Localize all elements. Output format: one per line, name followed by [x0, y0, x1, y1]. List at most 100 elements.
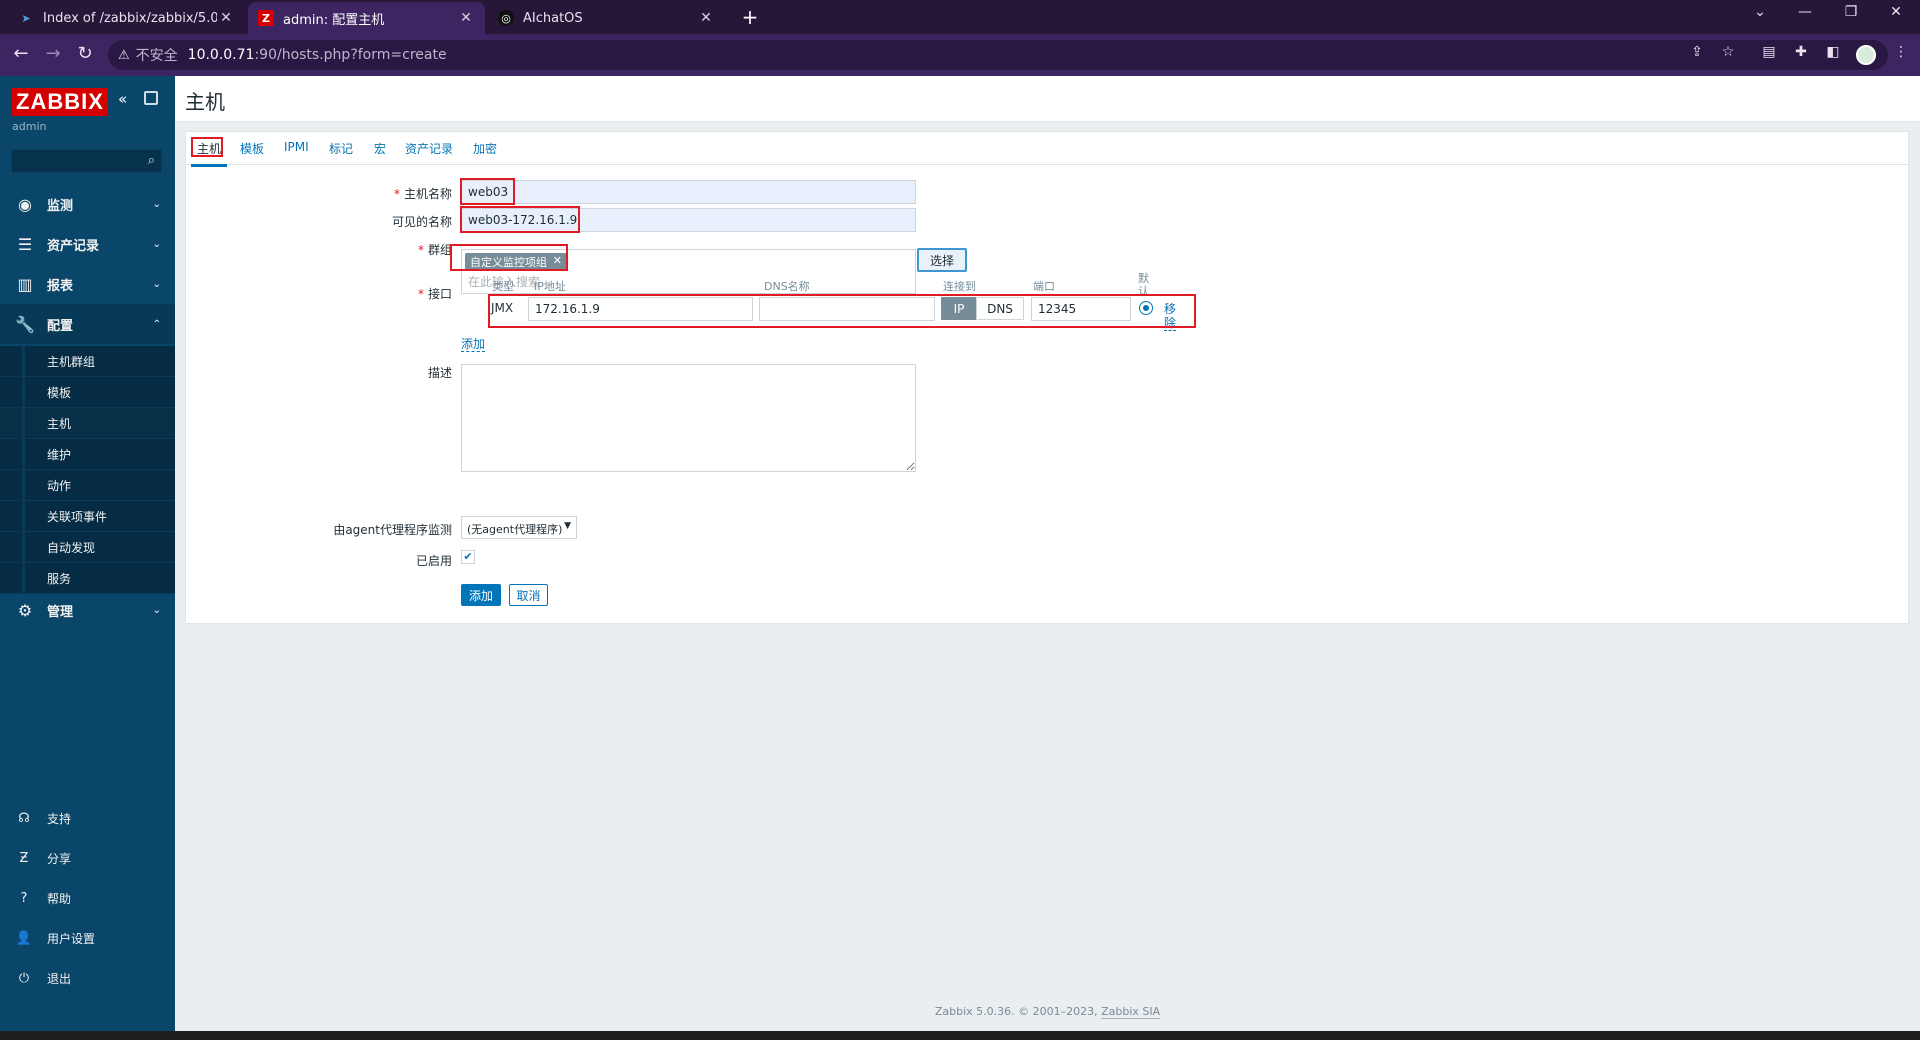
- star-icon[interactable]: ☆: [1717, 44, 1739, 60]
- close-icon[interactable]: ✕: [697, 10, 715, 26]
- tab-tags[interactable]: 标记: [329, 140, 353, 157]
- menu-administration[interactable]: ⚙ 管理 ⌄: [0, 590, 175, 630]
- sidebar-username: admin: [12, 120, 47, 133]
- zabbix-z-icon: Z: [258, 10, 274, 26]
- menu-configuration[interactable]: 🔧 配置 ⌃: [0, 304, 175, 344]
- connect-ip-toggle[interactable]: IP: [941, 297, 977, 320]
- submenu-discovery[interactable]: 自动发现: [0, 532, 175, 563]
- help-icon: ?: [20, 890, 28, 906]
- restore-icon[interactable]: ❐: [1836, 4, 1866, 20]
- proxy-select[interactable]: (无agent代理程序) ▼: [461, 516, 577, 539]
- tab-macros[interactable]: 宏: [374, 140, 386, 157]
- extension-icon[interactable]: ▤: [1758, 44, 1780, 60]
- tab-title: Index of /zabbix/zabbix/5.0/rh: [43, 10, 217, 26]
- submenu-event-correlation[interactable]: 关联项事件: [0, 501, 175, 532]
- remove-chip-icon[interactable]: ✕: [553, 254, 562, 267]
- tab-inventory[interactable]: 资产记录: [405, 140, 453, 157]
- enabled-checkbox[interactable]: ✔: [461, 550, 475, 564]
- url-bar[interactable]: ⚠ 不安全 10.0.0.71 :90/hosts.php?form=creat…: [108, 40, 1888, 70]
- menu-inventory[interactable]: ☰ 资产记录 ⌄: [0, 224, 175, 264]
- footer-label: 退出: [47, 971, 72, 986]
- interface-header-default: 默认: [1138, 272, 1149, 298]
- interface-dns-field[interactable]: [759, 297, 935, 321]
- select-groups-button[interactable]: 选择: [917, 248, 967, 272]
- power-icon: ⏻: [18, 970, 30, 986]
- default-interface-radio[interactable]: [1139, 301, 1153, 315]
- kiosk-mode-icon[interactable]: [144, 91, 158, 105]
- footer-user-settings[interactable]: 👤 用户设置: [0, 918, 175, 958]
- submenu-templates[interactable]: 模板: [0, 377, 175, 408]
- menu-icon[interactable]: ⋮: [1890, 44, 1912, 60]
- taskbar-strip: [0, 1031, 1920, 1040]
- forward-icon[interactable]: →: [41, 43, 65, 64]
- add-button[interactable]: 添加: [461, 584, 501, 606]
- url-host: 10.0.0.71: [187, 47, 255, 63]
- tab-templates[interactable]: 模板: [240, 140, 264, 157]
- search-icon[interactable]: ⌕: [148, 153, 155, 168]
- menu-monitoring[interactable]: ◉ 监测 ⌄: [0, 184, 175, 224]
- hostname-label: * 主机名称: [394, 185, 452, 202]
- tab-encryption[interactable]: 加密: [473, 140, 497, 157]
- submenu-maintenance[interactable]: 维护: [0, 439, 175, 470]
- footer-share[interactable]: Ƶ 分享: [0, 838, 175, 878]
- group-chip: 自定义监控项组 ✕: [465, 253, 567, 270]
- hostname-label-text: 主机名称: [403, 187, 452, 201]
- submenu-host-groups[interactable]: 主机群组: [0, 346, 175, 377]
- browser-tab-aichatos[interactable]: ◎ AIchatOS ✕: [488, 2, 725, 34]
- interface-header-type: 类型: [492, 280, 514, 293]
- sidebar: ZABBIX « admin ⌕ ◉ 监测 ⌄ ☰ 资产记录 ⌄ ▥ 报表 ⌄ …: [0, 76, 175, 1031]
- tab-ipmi[interactable]: IPMI: [284, 140, 309, 154]
- share-icon[interactable]: ⇪: [1686, 44, 1708, 60]
- groups-multiselect[interactable]: 自定义监控项组 ✕ 在此输入搜索: [461, 249, 916, 294]
- description-textarea[interactable]: [461, 364, 916, 472]
- puzzle-icon[interactable]: ✚: [1790, 44, 1812, 60]
- submenu-actions[interactable]: 动作: [0, 470, 175, 501]
- close-window-icon[interactable]: ✕: [1881, 4, 1911, 20]
- connect-dns-toggle[interactable]: DNS: [976, 297, 1024, 320]
- user-icon: 👤: [15, 930, 33, 946]
- footer-label: 分享: [47, 851, 72, 866]
- menu-reports[interactable]: ▥ 报表 ⌄: [0, 264, 175, 304]
- cancel-button[interactable]: 取消: [509, 584, 548, 606]
- footer-copyright: Zabbix 5.0.36. © 2001–2023,: [934, 1005, 1102, 1018]
- list-icon: ☰: [17, 234, 33, 254]
- tab-title: AIchatOS: [523, 10, 583, 26]
- menu-label: 管理: [47, 604, 74, 620]
- footer-signout[interactable]: ⏻ 退出: [0, 958, 175, 998]
- new-tab-button[interactable]: +: [738, 5, 762, 29]
- groups-label-text: 群组: [427, 243, 452, 257]
- interface-port-field[interactable]: 12345: [1031, 297, 1131, 321]
- menu-label: 资产记录: [47, 238, 100, 254]
- collapse-sidebar-icon[interactable]: «: [118, 90, 127, 108]
- remove-interface-link[interactable]: 移除: [1164, 302, 1177, 331]
- zabbix-logo[interactable]: ZABBIX: [12, 88, 108, 116]
- reload-icon[interactable]: ↻: [73, 43, 97, 64]
- required-marker: *: [417, 287, 424, 301]
- profile-avatar[interactable]: [1856, 45, 1876, 65]
- chevron-down-icon: ⌄: [152, 604, 161, 616]
- minimize-icon[interactable]: —: [1790, 4, 1820, 20]
- interface-ip-field[interactable]: 172.16.1.9: [528, 297, 753, 321]
- tab-search-icon[interactable]: ⌄: [1745, 4, 1775, 20]
- visible-name-field[interactable]: web03-172.16.1.9: [461, 208, 916, 232]
- submenu-hosts[interactable]: 主机: [0, 408, 175, 439]
- hostname-field[interactable]: web03: [461, 180, 916, 204]
- page-title: 主机: [185, 90, 225, 114]
- zabbix-sia-link[interactable]: Zabbix SIA: [1101, 1005, 1161, 1019]
- footer-support[interactable]: ☊ 支持: [0, 798, 175, 838]
- interface-type: JMX: [491, 301, 514, 315]
- close-icon[interactable]: ✕: [217, 10, 235, 26]
- back-icon[interactable]: ←: [9, 43, 33, 64]
- close-icon[interactable]: ✕: [457, 10, 475, 26]
- tab-title: admin: 配置主机: [283, 12, 385, 28]
- browser-tab-zabbix[interactable]: Z admin: 配置主机 ✕: [248, 2, 485, 34]
- browser-tab-index[interactable]: ➤ Index of /zabbix/zabbix/5.0/rh ✕: [8, 2, 245, 34]
- sidepanel-icon[interactable]: ◧: [1822, 44, 1844, 60]
- tab-host[interactable]: 主机: [190, 140, 228, 167]
- warning-icon: ⚠: [118, 47, 130, 63]
- sidebar-search-input[interactable]: ⌕: [11, 149, 162, 173]
- footer-label: 支持: [47, 811, 72, 826]
- footer-help[interactable]: ? 帮助: [0, 878, 175, 918]
- add-interface-link[interactable]: 添加: [461, 337, 486, 352]
- menu-label: 报表: [47, 278, 74, 294]
